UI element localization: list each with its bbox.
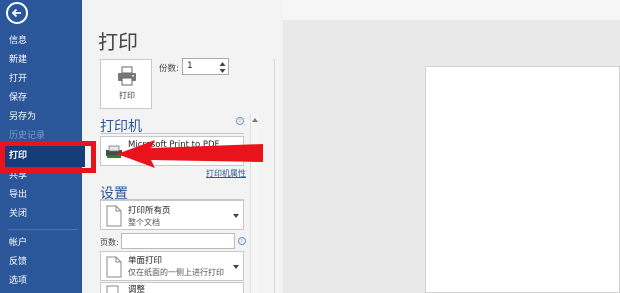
printer-info-icon[interactable]: i [236,117,244,125]
annotation-arrow-icon [117,140,263,168]
print-button[interactable]: 打印 [100,59,152,109]
preview-page [425,66,620,293]
sidebar-divider [8,229,78,230]
spin-up-icon[interactable] [219,61,226,67]
single-sided-icon [106,256,122,278]
collate-title: 调整 [128,285,146,293]
nav-save-as[interactable]: 另存为 [0,108,82,127]
scroll-up-icon[interactable] [252,117,258,122]
printer-icon [118,66,136,86]
sides-subtitle: 仅在纸面的一侧上进行打印 [128,268,224,277]
copies-stepper[interactable]: 1 [182,58,229,75]
sides-title: 单面打印 [128,256,163,266]
nav-feedback[interactable]: 反馈 [0,253,82,272]
copies-value: 1 [187,61,193,71]
pages-label: 页数: [100,238,119,247]
print-range-title: 打印所有页 [128,206,171,216]
print-range-dropdown[interactable]: 打印所有页 整个文档 [100,200,244,230]
nav-open[interactable]: 打开 [0,70,82,89]
nav-close[interactable]: 关闭 [0,205,82,224]
back-arrow-icon [11,8,21,18]
preview-top-band [283,0,620,20]
document-pages-icon [106,205,122,227]
page-title: 打印 [98,30,138,54]
nav-save[interactable]: 保存 [0,89,82,108]
spin-down-icon[interactable] [219,68,226,74]
print-button-label: 打印 [119,91,135,100]
back-button[interactable] [6,2,28,24]
collate-dropdown[interactable]: 调整 [100,282,244,293]
nav-export[interactable]: 导出 [0,186,82,205]
sides-dropdown[interactable]: 单面打印 仅在纸面的一侧上进行打印 [100,251,244,281]
nav-info[interactable]: 信息 [0,32,82,51]
nav-options[interactable]: 选项 [0,272,82,291]
copies-label: 份数: [159,64,179,74]
pages-info-icon[interactable]: i [238,237,246,245]
pane-divider [274,59,275,293]
pages-input[interactable] [121,233,235,249]
nav-new[interactable]: 新建 [0,51,82,70]
annotation-highlight-box [0,141,96,173]
collate-icon [106,285,119,293]
print-range-subtitle: 整个文档 [128,218,160,227]
chevron-down-icon [233,265,239,269]
nav-account[interactable]: 帐户 [0,234,82,253]
chevron-down-icon [233,214,239,218]
